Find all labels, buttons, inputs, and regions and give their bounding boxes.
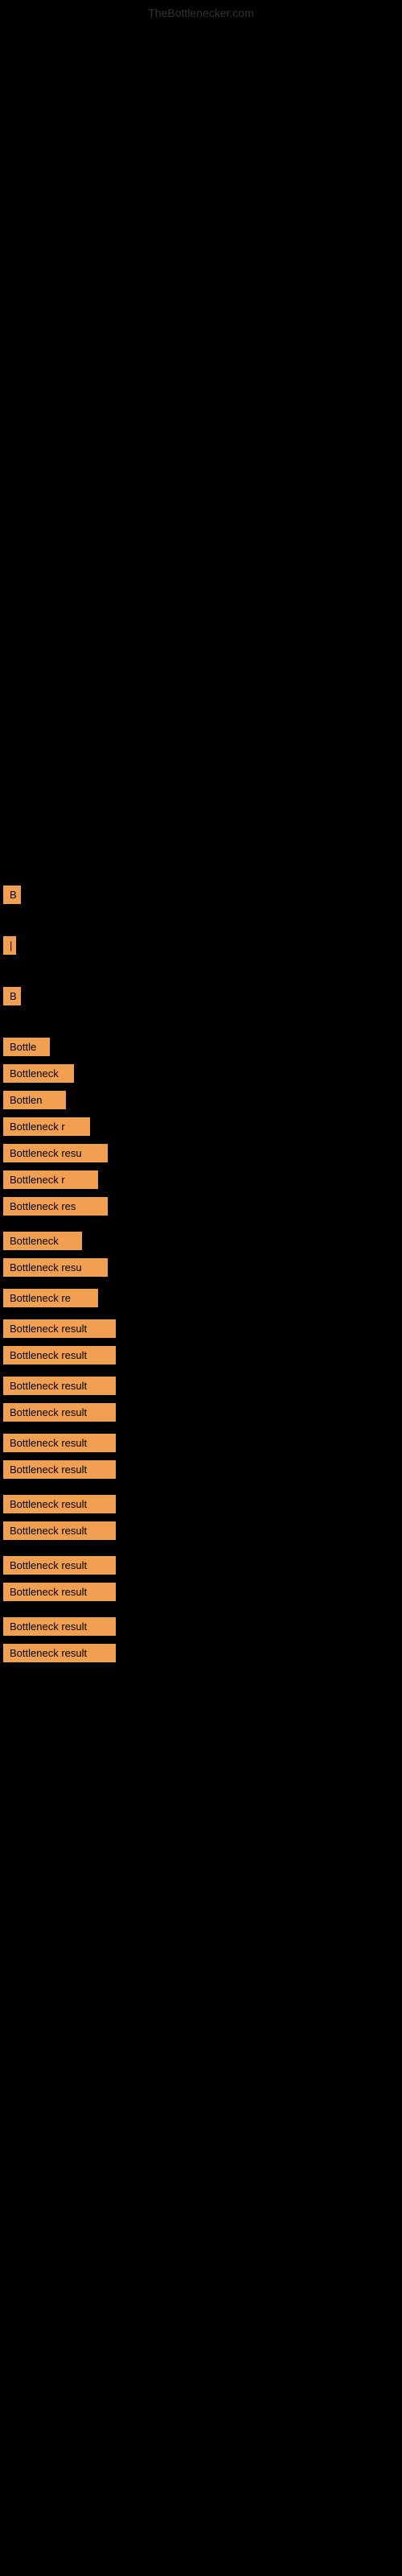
bottleneck-item-23: Bottleneck result xyxy=(3,1583,116,1601)
bottleneck-item-24: Bottleneck result xyxy=(3,1617,116,1636)
site-title: TheBottlenecker.com xyxy=(148,6,254,19)
bottleneck-item-20: Bottleneck result xyxy=(3,1495,116,1513)
bottleneck-item-5: Bottleneck xyxy=(3,1064,74,1083)
bottleneck-item-8: Bottleneck resu xyxy=(3,1144,108,1162)
bottleneck-item-18: Bottleneck result xyxy=(3,1434,116,1452)
bottleneck-item-7: Bottleneck r xyxy=(3,1117,90,1136)
bottleneck-item-13: Bottleneck re xyxy=(3,1289,98,1307)
bottleneck-item-9: Bottleneck r xyxy=(3,1170,98,1189)
bottleneck-item-11: Bottleneck xyxy=(3,1232,82,1250)
bottleneck-item-17: Bottleneck result xyxy=(3,1403,116,1422)
bottleneck-item-4: Bottle xyxy=(3,1038,50,1056)
bottleneck-item-19: Bottleneck result xyxy=(3,1460,116,1479)
bottleneck-item-22: Bottleneck result xyxy=(3,1556,116,1575)
bottleneck-item-3: B xyxy=(3,987,21,1005)
bottleneck-item-12: Bottleneck resu xyxy=(3,1258,108,1277)
bottleneck-item-16: Bottleneck result xyxy=(3,1377,116,1395)
bottleneck-item-6: Bottlen xyxy=(3,1091,66,1109)
bottleneck-item-1: B xyxy=(3,886,21,904)
bottleneck-item-10: Bottleneck res xyxy=(3,1197,108,1216)
bottleneck-item-21: Bottleneck result xyxy=(3,1521,116,1540)
bottleneck-item-2: | xyxy=(3,936,16,955)
bottleneck-item-14: Bottleneck result xyxy=(3,1319,116,1338)
bottleneck-item-25: Bottleneck result xyxy=(3,1644,116,1662)
bottleneck-list: B | B Bottle Bottleneck Bottlen Bottleneck r Bo… xyxy=(0,886,402,1667)
bottleneck-item-15: Bottleneck result xyxy=(3,1346,116,1364)
